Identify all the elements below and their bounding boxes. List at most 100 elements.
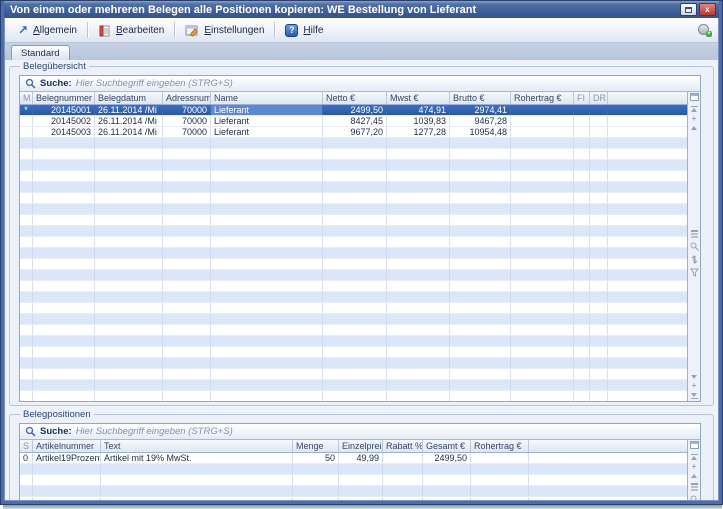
column-chooser-icon[interactable] <box>690 441 699 449</box>
cell: 1277,28 <box>387 127 450 137</box>
column-header[interactable]: Belegnummer <box>33 92 95 104</box>
scroll-down-icon[interactable] <box>691 375 697 379</box>
column-header[interactable]: Text <box>101 440 293 452</box>
window-shadow <box>3 505 722 509</box>
beleg-search-bar[interactable]: Suche: Hier Suchbegriff eingeben (STRG+S… <box>20 76 700 92</box>
cell: 0 <box>20 453 33 463</box>
row-nav-icon[interactable]: + <box>692 116 697 122</box>
column-chooser-icon[interactable] <box>690 93 699 101</box>
cell-filler <box>608 116 687 126</box>
empty-row <box>20 270 687 281</box>
cell: 26.11.2014 /Mi <box>95 105 163 115</box>
close-icon: x <box>705 5 709 14</box>
empty-row <box>20 358 687 369</box>
notepad-icon <box>98 24 111 37</box>
cell <box>574 116 590 126</box>
table-row[interactable]: 2014500326.11.2014 /Mi70000Lieferant9677… <box>20 127 687 138</box>
column-header[interactable]: Gesamt € <box>423 440 471 452</box>
column-header[interactable]: Mwst € <box>387 92 450 104</box>
menu-einstellungen-label: Einstellungen <box>204 25 264 36</box>
empty-row <box>20 160 687 171</box>
group-beleguebersicht: Belegübersicht Suche: Hier Suchbegriff e… <box>9 61 714 406</box>
column-header[interactable]: FI <box>574 92 590 104</box>
group-panel-icon[interactable] <box>690 229 699 238</box>
tab-standard[interactable]: Standard <box>11 45 70 60</box>
table-row[interactable]: 0Artikel19ProzentArtikel mit 19% MwSt.50… <box>20 453 687 464</box>
column-header[interactable]: Rohertrag € <box>471 440 529 452</box>
cell: 49,99 <box>339 453 383 463</box>
cell: 1039,83 <box>387 116 450 126</box>
cell: 474,91 <box>387 105 450 115</box>
empty-row <box>20 314 687 325</box>
table-row[interactable]: 2014500226.11.2014 /Mi70000Lieferant8427… <box>20 116 687 127</box>
column-header[interactable]: Brutto € <box>450 92 511 104</box>
scroll-up-icon[interactable] <box>691 126 697 130</box>
empty-row <box>20 171 687 182</box>
column-header[interactable]: Adressnumm <box>163 92 211 104</box>
column-header[interactable]: Netto € <box>323 92 387 104</box>
beleg-table-sidebar: + <box>687 92 700 401</box>
cell: Lieferant <box>211 127 323 137</box>
cell: Lieferant <box>211 116 323 126</box>
empty-row <box>20 193 687 204</box>
beleg-panel: Suche: Hier Suchbegriff eingeben (STRG+S… <box>19 75 701 402</box>
empty-row <box>20 369 687 380</box>
cell: * <box>20 105 33 115</box>
scroll-up-icon[interactable] <box>691 474 697 478</box>
column-header[interactable]: Artikelnummer <box>33 440 101 452</box>
column-header[interactable]: Rabatt % <box>383 440 423 452</box>
empty-row <box>20 138 687 149</box>
column-header-filler <box>529 440 687 452</box>
empty-row <box>20 336 687 347</box>
table-row[interactable]: *2014500126.11.2014 /Mi70000Lieferant249… <box>20 105 687 116</box>
search-label: Suche: <box>40 426 72 437</box>
empty-row <box>20 215 687 226</box>
column-header[interactable]: Einzelpreis € <box>339 440 383 452</box>
group-panel-icon[interactable] <box>690 482 699 491</box>
close-button[interactable]: x <box>699 3 716 16</box>
cell <box>511 127 574 137</box>
column-header[interactable]: Belegdatum <box>95 92 163 104</box>
cell <box>20 127 33 137</box>
menu-einstellungen[interactable]: Einstellungen <box>178 20 271 40</box>
search-panel-icon[interactable] <box>690 242 699 251</box>
positionen-search-bar[interactable]: Suche: Hier Suchbegriff eingeben (STRG+S… <box>20 424 700 440</box>
cell: 2499,50 <box>323 105 387 115</box>
maximize-button[interactable] <box>680 3 697 16</box>
application-window: Von einem oder mehreren Belegen alle Pos… <box>0 0 723 509</box>
column-header[interactable]: Name <box>211 92 323 104</box>
search-icon <box>25 426 36 437</box>
menu-allgemein[interactable]: ↗ Allgemein <box>11 20 84 40</box>
row-nav-icon[interactable]: + <box>692 383 697 389</box>
cell <box>590 116 608 126</box>
group-belegpositionen: Belegpositionen Suche: Hier Suchbegriff … <box>9 409 714 500</box>
search-label: Suche: <box>40 78 72 89</box>
search-panel-icon[interactable] <box>690 495 699 500</box>
cell <box>383 453 423 463</box>
cell-filler <box>608 127 687 137</box>
content-area: Belegübersicht Suche: Hier Suchbegriff e… <box>5 60 718 500</box>
column-header[interactable]: DR <box>590 92 608 104</box>
empty-row <box>20 325 687 336</box>
column-header[interactable]: Menge <box>293 440 339 452</box>
globe-sync-icon[interactable]: + <box>698 24 712 37</box>
filter-icon[interactable] <box>690 268 699 277</box>
column-header[interactable]: S <box>20 440 33 452</box>
empty-row <box>20 237 687 248</box>
scroll-first-icon[interactable] <box>691 453 698 460</box>
cell: 8427,45 <box>323 116 387 126</box>
scroll-first-icon[interactable] <box>691 105 698 112</box>
column-header[interactable]: M <box>20 92 33 104</box>
empty-row <box>20 259 687 270</box>
cell: 9677,20 <box>323 127 387 137</box>
column-header[interactable]: Rohertrag € <box>511 92 574 104</box>
sort-icon[interactable] <box>690 255 699 264</box>
beleg-search-input[interactable]: Hier Suchbegriff eingeben (STRG+S) <box>76 78 233 89</box>
menu-bearbeiten[interactable]: Bearbeiten <box>91 20 171 40</box>
menu-hilfe[interactable]: ? Hilfe <box>278 20 330 40</box>
row-nav-icon[interactable]: + <box>692 464 697 470</box>
scroll-last-icon[interactable] <box>691 393 698 400</box>
cell: 2974,41 <box>450 105 511 115</box>
positionen-search-input[interactable]: Hier Suchbegriff eingeben (STRG+S) <box>76 426 233 437</box>
cell: Artikel mit 19% MwSt. <box>101 453 293 463</box>
